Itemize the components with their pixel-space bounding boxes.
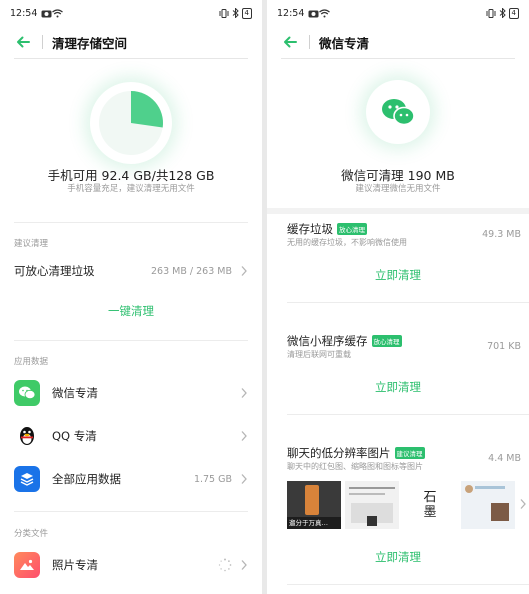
page-title: 清理存储空间 [52,35,128,51]
storage-hint-text: 手机容量充足，建议清理无用文件 [67,184,195,194]
loading-spinner-icon [218,558,232,572]
bluetooth-icon [232,8,239,18]
page-title: 微信专清 [319,35,370,51]
cache-junk-size: 49.3 MB [482,229,521,240]
clean-now-button[interactable]: 立即清理 [267,267,529,283]
low-res-images-title: 聊天的低分辨率图片 建议清理 [287,445,425,461]
miniprogram-cache-desc: 清理后联网可重载 [287,350,351,359]
divider [287,302,529,303]
low-res-images-label: 聊天的低分辨率图片 [287,446,391,460]
all-apps-size: 1.75 GB [193,473,232,485]
camera-notification-icon [41,10,52,17]
list-item-qq[interactable]: QQ 专清 [14,423,248,449]
layers-icon [14,466,40,492]
thumbnail-caption: 遛分于万真… [287,517,341,529]
safe-clean-badge: 放心清理 [337,223,367,235]
section-apps-label: 应用数据 [14,357,49,367]
divider [287,584,529,585]
status-time: 12:54 [10,7,38,19]
photos-icon [14,552,40,578]
chevron-right-icon [241,474,247,484]
qq-penguin-icon [14,423,40,449]
one-click-clean-button[interactable]: 一键清理 [0,303,262,319]
status-bar: 12:54 4 [267,0,529,26]
miniprogram-cache-size: 701 KB [487,341,521,352]
suggest-clean-badge: 建议清理 [394,447,425,459]
cache-junk-label: 缓存垃圾 [287,222,333,236]
photos-label: 照片专清 [52,558,98,572]
header-underline [14,58,248,59]
qq-label: QQ 专清 [52,429,97,443]
thumbnail-text: 石 墨 [423,490,437,520]
header-divider [309,35,310,49]
image-thumbnails: 遛分于万真… 石 墨 [287,481,515,529]
app-header: 微信专清 [267,26,529,58]
app-header: 清理存储空间 [0,26,262,58]
storage-pie-chart [99,90,164,155]
camera-notification-icon [308,10,319,17]
list-item-wechat[interactable]: 微信专清 [14,380,248,406]
vibrate-icon [219,8,229,18]
low-res-images-desc: 聊天中的红包图、缩略图和图标等图片 [287,462,423,471]
thumbnail-image[interactable] [345,481,399,529]
divider [14,511,248,512]
divider [14,222,248,223]
back-arrow-icon[interactable] [14,33,32,51]
wechat-badge [366,80,430,144]
list-item-all-apps[interactable]: 全部应用数据 1.75 GB [14,466,248,492]
divider [287,414,529,415]
divider [14,340,248,341]
section-files-label: 分类文件 [14,529,49,539]
wechat-icon [14,380,40,406]
wechat-icon [370,84,426,140]
miniprogram-cache-title: 微信小程序缓存 放心清理 [287,333,402,349]
wifi-icon [52,8,64,17]
chevron-right-icon [241,560,247,570]
chevron-right-icon[interactable] [519,498,527,510]
list-item-photos[interactable]: 照片专清 [14,552,248,578]
chevron-right-icon [241,431,247,441]
storage-usage-pie [90,82,172,164]
storage-cleaner-screen: 12:54 4 清理存储空间 手机可用 92.4 GB/共128 GB 手机容量… [0,0,262,594]
wechat-hint-text: 建议清理微信无用文件 [355,184,441,194]
safe-junk-row[interactable]: 可放心清理垃圾 263 MB / 263 MB [14,263,248,279]
cache-junk-desc: 无用的缓存垃圾，不影响微信使用 [287,238,407,247]
bluetooth-icon [499,8,506,18]
header-divider [42,35,43,49]
all-apps-label: 全部应用数据 [52,472,121,486]
wifi-icon [319,8,331,17]
thumbnail-image[interactable]: 遛分于万真… [287,481,341,529]
status-time: 12:54 [277,7,305,19]
back-arrow-icon[interactable] [281,33,299,51]
safe-junk-label: 可放心清理垃圾 [14,264,95,278]
clean-now-button[interactable]: 立即清理 [267,549,529,565]
low-res-images-size: 4.4 MB [488,453,521,464]
wechat-label: 微信专清 [52,386,98,400]
section-suggest-label: 建议清理 [14,239,49,249]
safe-clean-badge: 放心清理 [371,335,402,347]
clean-now-button[interactable]: 立即清理 [267,379,529,395]
wechat-cleaner-screen: 12:54 4 微信专清 微信可清理 190 MB 建议清理微信无用文件 缓存垃… [267,0,529,594]
miniprogram-cache-label: 微信小程序缓存 [287,334,368,348]
header-underline [281,58,515,59]
chevron-right-icon [241,266,247,276]
vibrate-icon [486,8,496,18]
chevron-right-icon [241,388,247,398]
thumbnail-image[interactable] [461,481,515,529]
battery-icon: 4 [508,7,519,19]
section-gap [267,208,529,214]
status-bar: 12:54 4 [0,0,262,26]
battery-icon: 4 [241,7,252,19]
thumbnail-image[interactable]: 石 墨 [403,481,457,529]
safe-junk-size: 263 MB / 263 MB [151,265,232,277]
cache-junk-title: 缓存垃圾 放心清理 [287,221,367,237]
